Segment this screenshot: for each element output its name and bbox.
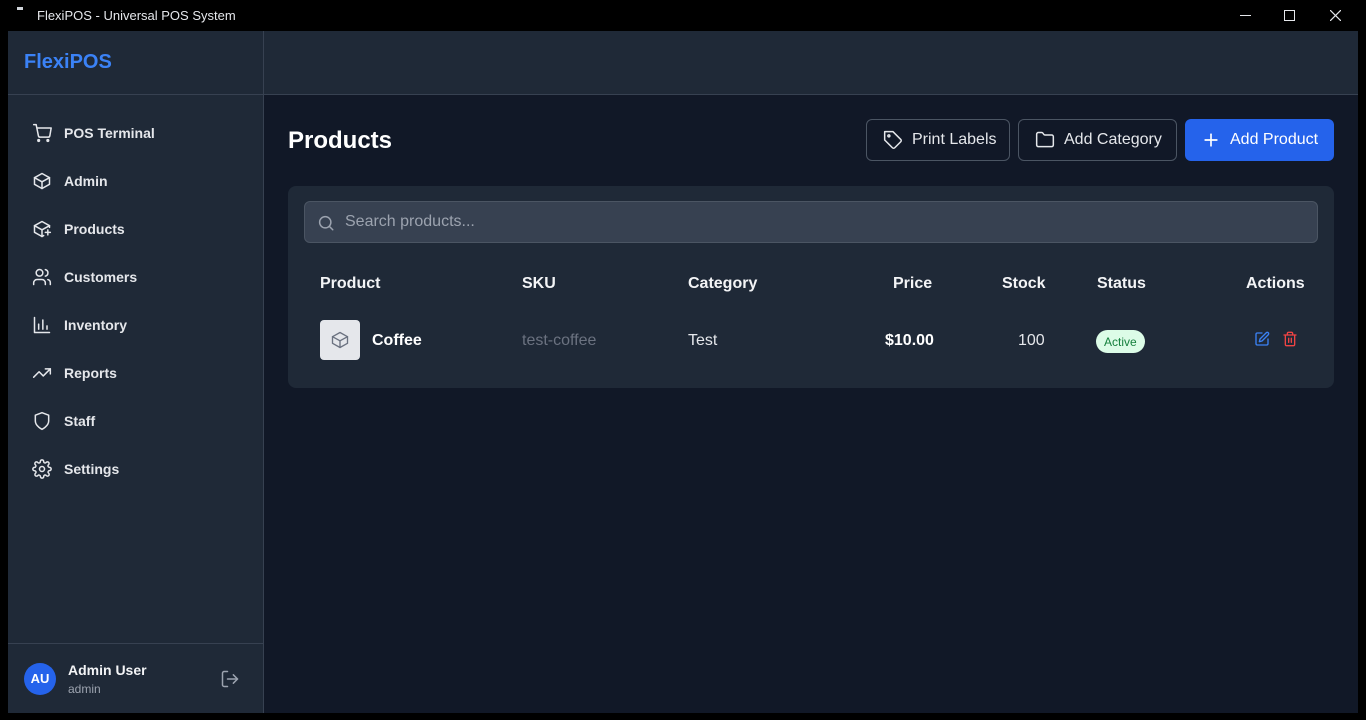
product-category: Test — [688, 332, 718, 349]
product-sku: test-coffee — [522, 332, 597, 349]
sidebar-item-label: Staff — [64, 413, 96, 429]
bar-chart-icon — [32, 315, 52, 335]
sidebar: FlexiPOS POS Terminal Admin Products Cus… — [8, 31, 264, 713]
trash-icon — [1283, 331, 1297, 347]
close-window-button[interactable] — [1312, 0, 1358, 31]
sidebar-item-label: Admin — [64, 173, 108, 189]
column-header-stock: Stock — [1002, 275, 1046, 292]
sidebar-item-label: Settings — [64, 461, 120, 477]
products-panel: Product SKU Category Price Stock Status … — [288, 186, 1334, 388]
product-price: $10.00 — [885, 332, 934, 349]
package-icon — [331, 331, 349, 349]
sidebar-item-label: Inventory — [64, 317, 128, 333]
package-plus-icon — [32, 219, 52, 239]
sidebar-item-reports[interactable]: Reports — [8, 349, 263, 397]
maximize-button[interactable] — [1266, 0, 1312, 31]
sidebar-item-admin[interactable]: Admin — [8, 157, 263, 205]
product-thumbnail — [320, 320, 360, 360]
plus-icon — [1201, 130, 1221, 150]
delete-button[interactable] — [1282, 331, 1298, 347]
search-box — [304, 201, 1318, 243]
column-header-price: Price — [893, 275, 933, 292]
shield-icon — [32, 411, 52, 431]
add-category-button[interactable]: Add Category — [1018, 119, 1177, 161]
sidebar-item-label: Products — [64, 221, 125, 237]
app-icon — [17, 7, 23, 10]
search-input[interactable] — [345, 202, 1305, 242]
sidebar-item-label: Customers — [64, 269, 138, 285]
sidebar-item-pos-terminal[interactable]: POS Terminal — [8, 109, 263, 157]
add-category-label: Add Category — [1064, 131, 1162, 148]
add-product-button[interactable]: Add Product — [1185, 119, 1334, 161]
sidebar-item-inventory[interactable]: Inventory — [8, 301, 263, 349]
sidebar-nav: POS Terminal Admin Products Customers In… — [8, 95, 263, 493]
column-header-product: Product — [320, 275, 381, 292]
edit-button[interactable] — [1254, 331, 1270, 347]
logout-button[interactable] — [220, 669, 240, 694]
sidebar-item-staff[interactable]: Staff — [8, 397, 263, 445]
minimize-icon — [1239, 15, 1251, 16]
sidebar-item-products[interactable]: Products — [8, 205, 263, 253]
user-name: Admin User — [68, 661, 147, 678]
product-name: Coffee — [372, 332, 422, 349]
user-info: Admin User admin — [68, 662, 147, 696]
sidebar-item-label: Reports — [64, 365, 117, 381]
column-header-actions: Actions — [1246, 275, 1305, 292]
add-product-label: Add Product — [1230, 131, 1319, 148]
trending-up-icon — [32, 363, 52, 383]
folder-icon — [1035, 130, 1055, 150]
maximize-icon — [1283, 10, 1295, 21]
tag-icon — [883, 130, 903, 150]
gear-icon — [32, 459, 52, 479]
sidebar-item-customers[interactable]: Customers — [8, 253, 263, 301]
top-bar — [264, 31, 1358, 95]
sidebar-item-label: POS Terminal — [64, 125, 155, 141]
search-icon — [317, 214, 335, 237]
product-stock: 100 — [1018, 332, 1045, 349]
column-header-category: Category — [688, 275, 758, 292]
print-labels-label: Print Labels — [912, 131, 997, 148]
main-content: Products Print Labels Add Category Add P… — [264, 95, 1358, 713]
avatar[interactable]: AU — [24, 662, 56, 695]
close-icon — [1329, 10, 1341, 21]
status-badge: Active — [1096, 330, 1145, 353]
user-role: admin — [68, 681, 101, 696]
cart-icon — [32, 123, 52, 143]
brand-logo[interactable]: FlexiPOS — [8, 31, 263, 95]
users-icon — [32, 267, 52, 287]
edit-icon — [1255, 331, 1270, 346]
minimize-button[interactable] — [1222, 0, 1268, 31]
user-panel: AU Admin User admin — [8, 643, 264, 713]
column-header-sku: SKU — [522, 275, 556, 292]
app-window: FlexiPOS POS Terminal Admin Products Cus… — [8, 31, 1358, 713]
column-header-status: Status — [1097, 275, 1146, 292]
sidebar-item-settings[interactable]: Settings — [8, 445, 263, 493]
print-labels-button[interactable]: Print Labels — [866, 119, 1010, 161]
window-titlebar: FlexiPOS - Universal POS System — [0, 0, 1366, 31]
window-title: FlexiPOS - Universal POS System — [37, 8, 236, 23]
package-icon — [32, 171, 52, 191]
page-title: Products — [288, 127, 393, 154]
logout-icon — [221, 670, 239, 688]
